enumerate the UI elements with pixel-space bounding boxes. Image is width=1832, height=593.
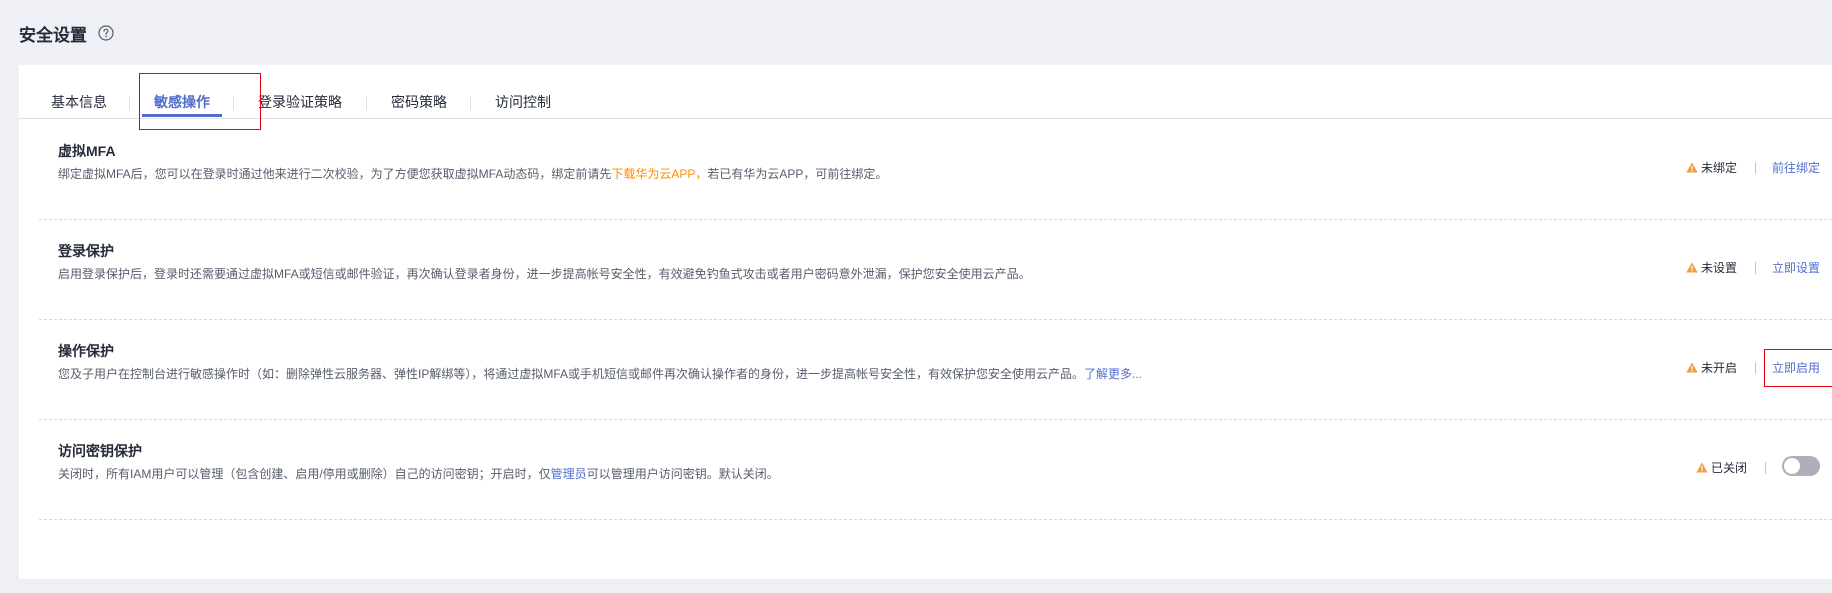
row-description: 关闭时，所有IAM用户可以管理（包含创建、启用/停用或删除）自己的访问密钥；开启… (58, 465, 779, 482)
row-description-text: 关闭时，所有IAM用户可以管理（包含创建、启用/停用或删除）自己的访问密钥；开启… (58, 467, 551, 481)
administrator-link[interactable]: 管理员 (551, 467, 587, 481)
tab-separator (129, 96, 130, 110)
download-app-link[interactable]: 下载华为云APP， (611, 167, 707, 181)
access-key-protection-toggle[interactable] (1782, 456, 1820, 476)
setting-row-operation-protection: 操作保护 您及子用户在控制台进行敏感操作时（如：删除弹性云服务器、弹性IP解绑等… (39, 319, 1832, 420)
status-text: 未设置 (1701, 261, 1738, 275)
warning-icon (1686, 362, 1698, 373)
row-description: 您及子用户在控制台进行敏感操作时（如：删除弹性云服务器、弹性IP解绑等），将通过… (58, 365, 1142, 382)
row-title: 虚拟MFA (58, 143, 116, 159)
tab-basic-info[interactable]: 基本信息 (51, 92, 107, 112)
toggle-knob (1784, 458, 1800, 474)
help-icon[interactable] (97, 25, 114, 42)
setting-row-virtual-mfa: 虚拟MFA 绑定虚拟MFA后，您可以在登录时通过他来进行二次校验，为了方便您获取… (39, 119, 1832, 220)
status-action-separator (1755, 362, 1756, 374)
row-description-text: 若已有华为云APP，可前往绑定。 (707, 167, 888, 181)
status-text: 已关闭 (1711, 461, 1748, 475)
status-text: 未绑定 (1701, 161, 1738, 175)
page-header: 安全设置 (19, 18, 114, 48)
tab-login-verification-policy[interactable]: 登录验证策略 (258, 92, 342, 112)
learn-more-link[interactable]: 了解更多... (1084, 367, 1142, 381)
setup-login-protection-link[interactable]: 立即设置 (1772, 259, 1820, 276)
tab-password-policy[interactable]: 密码策略 (391, 92, 447, 112)
tab-access-control[interactable]: 访问控制 (495, 92, 551, 112)
status-text: 未开启 (1701, 361, 1738, 375)
tab-separator (470, 96, 471, 110)
status-badge: 未设置 (1686, 259, 1737, 276)
warning-icon (1686, 262, 1698, 273)
setting-row-access-key-protection: 访问密钥保护 关闭时，所有IAM用户可以管理（包含创建、启用/停用或删除）自己的… (39, 419, 1832, 520)
status-badge: 未绑定 (1686, 159, 1737, 176)
row-title: 访问密钥保护 (58, 443, 142, 459)
status-action-separator (1755, 262, 1756, 274)
status-action-separator (1765, 462, 1766, 474)
tab-bar: 基本信息 敏感操作 登录验证策略 密码策略 访问控制 (19, 65, 1832, 119)
bind-mfa-link[interactable]: 前往绑定 (1772, 159, 1820, 176)
warning-icon (1686, 162, 1698, 173)
content-panel: 基本信息 敏感操作 登录验证策略 密码策略 访问控制 虚拟MFA 绑定虚拟MFA… (19, 65, 1832, 579)
row-description-text: 可以管理用户访问密钥。默认关闭。 (586, 467, 779, 481)
highlight-box-enable-action (1764, 349, 1832, 387)
row-title: 操作保护 (58, 343, 114, 359)
row-description-text: 您及子用户在控制台进行敏感操作时（如：删除弹性云服务器、弹性IP解绑等），将通过… (58, 367, 1085, 381)
status-badge: 已关闭 (1696, 459, 1747, 476)
setting-row-login-protection: 登录保护 启用登录保护后，登录时还需要通过虚拟MFA或短信或邮件验证，再次确认登… (39, 219, 1832, 320)
page-title: 安全设置 (19, 25, 87, 45)
row-description: 绑定虚拟MFA后，您可以在登录时通过他来进行二次校验，为了方便您获取虚拟MFA动… (58, 165, 887, 182)
status-action-separator (1755, 162, 1756, 174)
row-description-text: 绑定虚拟MFA后，您可以在登录时通过他来进行二次校验，为了方便您获取虚拟MFA动… (58, 167, 612, 181)
row-description: 启用登录保护后，登录时还需要通过虚拟MFA或短信或邮件验证，再次确认登录者身份，… (58, 267, 1031, 281)
status-badge: 未开启 (1686, 359, 1737, 376)
warning-icon (1696, 462, 1708, 473)
row-title: 登录保护 (58, 243, 114, 259)
tab-separator (366, 96, 367, 110)
